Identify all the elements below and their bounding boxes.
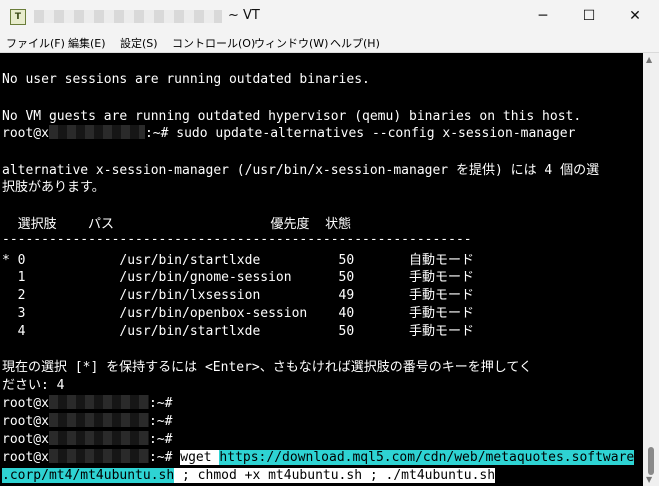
redacted-hostname — [48, 413, 149, 427]
menu-settings[interactable]: 設定(S) — [120, 35, 158, 51]
menu-file[interactable]: ファイル(F) — [6, 35, 65, 51]
table-row: 1 /usr/bin/gnome-session 50 手動モード — [2, 270, 474, 285]
output-line: 択肢があります。 — [2, 180, 105, 195]
maximize-button[interactable]: ☐ — [566, 0, 612, 33]
menu-bar: ファイル(F) 編集(E) 設定(S) コントロール(O) ウィンドウ(W) ヘ… — [0, 33, 659, 53]
redacted-hostname — [48, 449, 149, 463]
menu-edit[interactable]: 編集(E) — [68, 35, 106, 51]
output-line: ださい: 4 — [2, 378, 65, 393]
output-line: No user sessions are running outdated bi… — [2, 72, 370, 87]
prompt-line: root@x :~# — [2, 395, 172, 413]
table-row: 3 /usr/bin/openbox-session 40 手動モード — [2, 306, 474, 321]
terminal-screen[interactable]: No user sessions are running outdated bi… — [0, 53, 643, 486]
command-url: https://download.mql5.com/cdn/web/metaqu… — [219, 450, 635, 465]
prompt-symbol: :~# — [148, 432, 173, 447]
table-row: 4 /usr/bin/startlxde 50 手動モード — [2, 324, 474, 339]
output-line: alternative x-session-manager (/usr/bin/… — [2, 163, 600, 178]
prompt-symbol: :~# — [148, 450, 181, 465]
prompt-line: root@x :~# — [2, 413, 172, 431]
prompt-symbol: :~# — [148, 414, 173, 429]
table-row: * 0 /usr/bin/startlxde 50 自動モード — [2, 253, 474, 268]
vertical-scrollbar[interactable]: ▲ ▼ — [643, 53, 659, 486]
menu-control[interactable]: コントロール(O) — [172, 35, 255, 51]
scroll-up-icon[interactable]: ▲ — [646, 55, 652, 64]
prompt-user: root@x — [2, 396, 49, 411]
redacted-hostname — [48, 431, 149, 445]
redacted-hostname — [48, 395, 149, 409]
command-wget: wget — [180, 450, 220, 465]
close-button[interactable]: ✕ — [612, 0, 658, 33]
redacted-hostname — [48, 125, 145, 139]
command-text: :~# sudo update-alternatives --config x-… — [144, 126, 576, 141]
window-title: ~ VT — [228, 8, 260, 23]
scroll-down-icon[interactable]: ▼ — [646, 475, 652, 484]
app-icon: T — [10, 9, 26, 25]
terminal-window: T ~ VT ─ ☐ ✕ ファイル(F) 編集(E) 設定(S) コントロール(… — [0, 0, 659, 486]
menu-window[interactable]: ウィンドウ(W) — [254, 35, 328, 51]
redacted-title — [34, 10, 222, 23]
command-continuation: .corp/mt4/mt4ubuntu.sh ; chmod +x mt4ubu… — [2, 467, 496, 485]
table-row: 2 /usr/bin/lxsession 49 手動モード — [2, 288, 474, 303]
prompt-line: root@x :~# wget https://download.mql5.com… — [2, 449, 635, 467]
output-line: 現在の選択 [*] を保持するには <Enter>、さもなければ選択肢の番号のキ… — [2, 360, 532, 375]
table-separator: ----------------------------------------… — [2, 232, 472, 247]
menu-help[interactable]: ヘルプ(H) — [330, 35, 380, 51]
minimize-button[interactable]: ─ — [520, 0, 566, 33]
scroll-thumb[interactable] — [648, 447, 654, 475]
prompt-line: root@x :~# — [2, 431, 172, 449]
prompt-symbol: :~# — [148, 396, 173, 411]
prompt-user: root@x — [2, 414, 49, 429]
prompt-user: root@x — [2, 126, 49, 141]
prompt-user: root@x — [2, 450, 49, 465]
prompt-user: root@x — [2, 432, 49, 447]
prompt-line: root@x :~# sudo update-alternatives --con… — [2, 125, 575, 143]
command-rest: ; chmod +x mt4ubuntu.sh ; ./mt4ubuntu.sh — [174, 468, 496, 483]
title-bar[interactable]: T ~ VT ─ ☐ ✕ — [0, 0, 659, 33]
command-url: .corp/mt4/mt4ubuntu.sh — [2, 468, 175, 483]
output-line: No VM guests are running outdated hyperv… — [2, 109, 582, 124]
